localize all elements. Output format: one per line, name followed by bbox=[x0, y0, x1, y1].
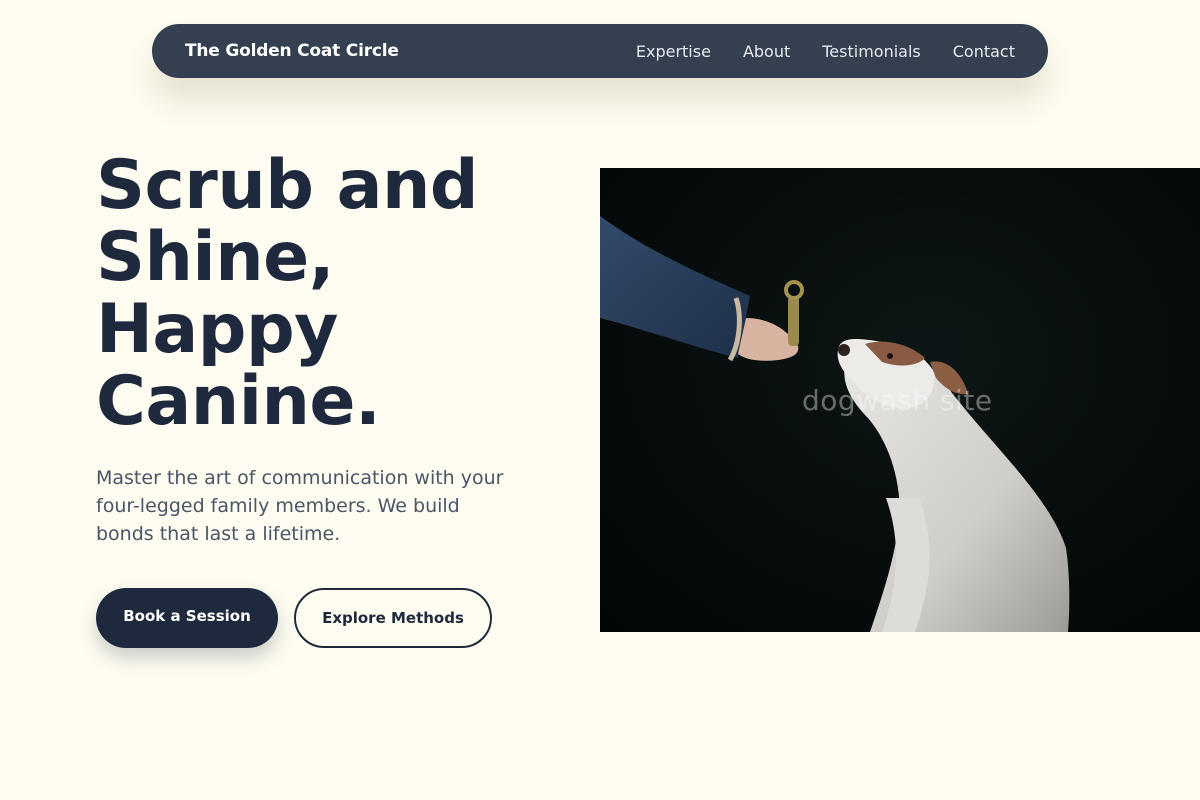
description-line: Master the art of communication with you… bbox=[96, 467, 504, 489]
description-line: bonds that last a lifetime. bbox=[96, 523, 341, 545]
hero-dog-photo: dogwash site bbox=[600, 168, 1200, 632]
headline-line: Canine. bbox=[96, 362, 381, 441]
headline-line: Shine, bbox=[96, 218, 335, 297]
top-navbar: The Golden Coat Circle Expertise About T… bbox=[152, 24, 1048, 78]
explore-methods-button[interactable]: Explore Methods bbox=[294, 588, 492, 648]
hero-description: Master the art of communication with you… bbox=[96, 464, 516, 548]
nav-links: Expertise About Testimonials Contact bbox=[636, 42, 1015, 61]
dog-nose bbox=[838, 344, 850, 356]
description-line: four-legged family members. We build bbox=[96, 495, 460, 517]
image-watermark: dogwash site bbox=[802, 384, 993, 417]
nav-link-expertise[interactable]: Expertise bbox=[636, 42, 711, 61]
book-session-button[interactable]: Book a Session bbox=[96, 588, 278, 648]
nav-link-contact[interactable]: Contact bbox=[953, 42, 1015, 61]
headline-line: Happy bbox=[96, 290, 338, 369]
sleeve-shape bbox=[600, 216, 750, 358]
nav-link-about[interactable]: About bbox=[743, 42, 790, 61]
hero-headline: Scrub and Shine, Happy Canine. bbox=[96, 150, 566, 438]
headline-line: Scrub and bbox=[96, 146, 479, 225]
dog-eye bbox=[887, 353, 893, 359]
landing-page: The Golden Coat Circle Expertise About T… bbox=[0, 0, 1200, 800]
nav-link-testimonials[interactable]: Testimonials bbox=[822, 42, 921, 61]
treat-ring bbox=[784, 280, 804, 300]
brand-logo[interactable]: The Golden Coat Circle bbox=[185, 41, 399, 61]
treat-shape bbox=[788, 296, 799, 346]
